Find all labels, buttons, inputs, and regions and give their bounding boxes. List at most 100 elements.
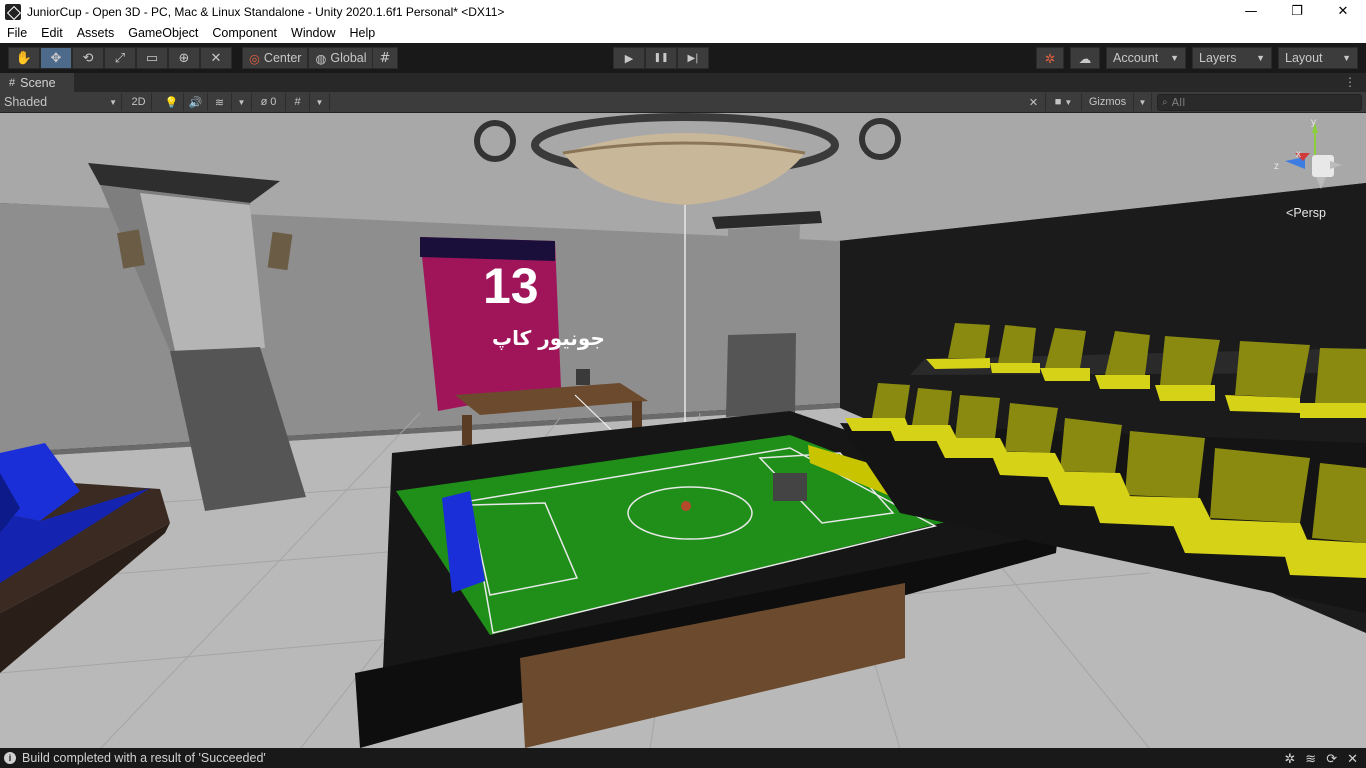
title-bar: JuniorCup - Open 3D - PC, Mac & Linux St… (0, 0, 1366, 23)
cloud-icon: ☁ (1078, 51, 1092, 66)
space-label: Global (330, 51, 367, 65)
scene-viewport[interactable]: 13 جونیور کاپ z x y <Persp (0, 113, 1366, 749)
shading-mode-dropdown[interactable]: Shaded ▼ (0, 93, 122, 111)
gizmos-button[interactable]: Gizmos (1082, 93, 1134, 111)
globe-icon: ◍ (315, 51, 327, 66)
pivot-global-button[interactable]: ◍ Global (308, 47, 374, 69)
camera-icon: ■ (1054, 96, 1062, 108)
menu-window[interactable]: Window (284, 26, 342, 40)
rotate-tool-button[interactable]: ⟲ (72, 47, 104, 69)
bug-icon[interactable]: ✲ (1284, 751, 1295, 767)
effects-icon: ≋ (214, 96, 225, 109)
chevron-down-icon: ▼ (1064, 97, 1073, 107)
hand-tool-button[interactable]: ✋ (8, 47, 40, 69)
hand-icon: ✋ (15, 50, 33, 66)
poster-title: جونیور کاپ (492, 326, 605, 350)
transform-tool-button[interactable]: ⊕ (168, 47, 200, 69)
grid-snap-button[interactable]: # (372, 47, 398, 69)
layers-icon[interactable]: ≋ (1305, 751, 1316, 767)
rect-icon: ▭ (145, 50, 159, 66)
gizmo-x-label: x (1296, 149, 1301, 160)
lightbulb-icon: 💡 (164, 96, 179, 109)
chevron-down-icon: ▼ (1342, 53, 1351, 63)
main-toolbar: ✋ ✥ ⟲ ⤢ ▭ ⊕ ✕ ◎ Center ◍ Global # ▶ ❚❚ ▶| … (0, 43, 1366, 73)
menu-assets[interactable]: Assets (70, 26, 122, 40)
scene-search-field[interactable]: ⌕ All (1157, 94, 1362, 111)
scene-render: 13 جونیور کاپ z x y (0, 113, 1366, 749)
snap-settings: # (372, 47, 398, 69)
tools-button[interactable]: ✕ (1022, 93, 1046, 111)
move-tool-button[interactable]: ✥ (40, 47, 72, 69)
menu-gameobject[interactable]: GameObject (121, 26, 205, 40)
chevron-down-icon: ▼ (1256, 53, 1265, 63)
camera-dropdown[interactable]: ■ ▼ (1046, 93, 1082, 111)
speaker-icon: 🔊 (188, 96, 203, 109)
maximize-button[interactable]: ❐ (1274, 0, 1320, 23)
chevron-down-icon: ▼ (315, 97, 324, 107)
grid-icon: # (294, 96, 301, 108)
collab-status-icon[interactable]: ✕ (1347, 751, 1358, 767)
search-icon: ⌕ (1162, 97, 1168, 108)
tab-scene[interactable]: # Scene (0, 73, 74, 92)
menu-file[interactable]: File (0, 26, 34, 40)
pivot-label: Center (263, 51, 302, 65)
layers-label: Layers (1199, 51, 1237, 65)
chevron-down-icon: ▼ (237, 97, 246, 107)
move-icon: ✥ (50, 50, 62, 66)
rect-tool-button[interactable]: ▭ (136, 47, 168, 69)
audio-toggle[interactable]: 🔊 (184, 93, 208, 111)
pause-button[interactable]: ❚❚ (645, 47, 677, 69)
layout-dropdown[interactable]: Layout ▼ (1278, 47, 1358, 69)
gizmos-dropdown[interactable]: ▼ (1134, 93, 1152, 111)
step-button[interactable]: ▶| (677, 47, 709, 69)
effects-dropdown[interactable]: ▼ (232, 93, 252, 111)
custom-tool-icon: ✕ (210, 50, 222, 66)
refresh-icon[interactable]: ⟳ (1326, 751, 1337, 767)
play-icon: ▶ (624, 51, 634, 65)
robot (773, 473, 807, 501)
right-pillar (728, 225, 800, 335)
tab-options-icon[interactable]: ⋮ (1344, 75, 1356, 89)
pivot-icon: ◎ (249, 51, 260, 66)
toggle-2d-label: 2D (131, 96, 146, 108)
eye-slash-icon: ø (260, 96, 268, 108)
projection-label: Persp (1293, 206, 1326, 220)
account-dropdown[interactable]: Account ▼ (1106, 47, 1186, 69)
layout-label: Layout (1285, 51, 1323, 65)
toggle-2d-button[interactable]: 2D (126, 93, 152, 111)
rotate-icon: ⟲ (82, 50, 94, 66)
close-button[interactable]: ✕ (1320, 0, 1366, 23)
cloud-button[interactable]: ☁ (1070, 47, 1100, 69)
projection-toggle[interactable]: <Persp (1286, 206, 1326, 220)
transform-icon: ⊕ (178, 50, 190, 66)
effects-toggle[interactable]: ≋ (208, 93, 232, 111)
status-icons: ✲ ≋ ⟳ ✕ (1284, 751, 1358, 767)
minimize-button[interactable]: — (1228, 0, 1274, 23)
collab-button[interactable]: ✲ (1036, 47, 1064, 69)
status-bar: i Build completed with a result of 'Succ… (0, 748, 1366, 768)
ball (681, 501, 691, 511)
status-message[interactable]: Build completed with a result of 'Succee… (22, 751, 266, 765)
window-title: JuniorCup - Open 3D - PC, Mac & Linux St… (27, 4, 505, 19)
play-button[interactable]: ▶ (613, 47, 645, 69)
grid-dropdown[interactable]: ▼ (310, 93, 330, 111)
pivot-center-button[interactable]: ◎ Center (242, 47, 309, 69)
tab-scene-label: Scene (20, 75, 56, 90)
poster-number: 13 (483, 258, 539, 314)
account-label: Account (1113, 51, 1159, 65)
grid-toggle[interactable]: # (286, 93, 310, 111)
gizmo-y-label: y (1311, 117, 1316, 128)
menu-edit[interactable]: Edit (34, 26, 70, 40)
layers-dropdown[interactable]: Layers ▼ (1192, 47, 1272, 69)
custom-tool-button[interactable]: ✕ (200, 47, 232, 69)
gizmo-z-label: z (1274, 161, 1279, 172)
collab-icon: ✲ (1044, 51, 1056, 66)
scene-grid-icon: # (9, 76, 16, 89)
hidden-objects-toggle[interactable]: ø0 (252, 93, 286, 111)
lighting-toggle[interactable]: 💡 (160, 93, 184, 111)
menu-component[interactable]: Component (205, 26, 284, 40)
menu-help[interactable]: Help (342, 26, 382, 40)
scale-tool-button[interactable]: ⤢ (104, 47, 136, 69)
chevron-down-icon: ▼ (1170, 53, 1179, 63)
scene-toolbar: Shaded ▼ 2D 💡 🔊 ≋ ▼ ø0 # ▼ ✕ ■ ▼ Gizmos ▼ … (0, 92, 1366, 113)
